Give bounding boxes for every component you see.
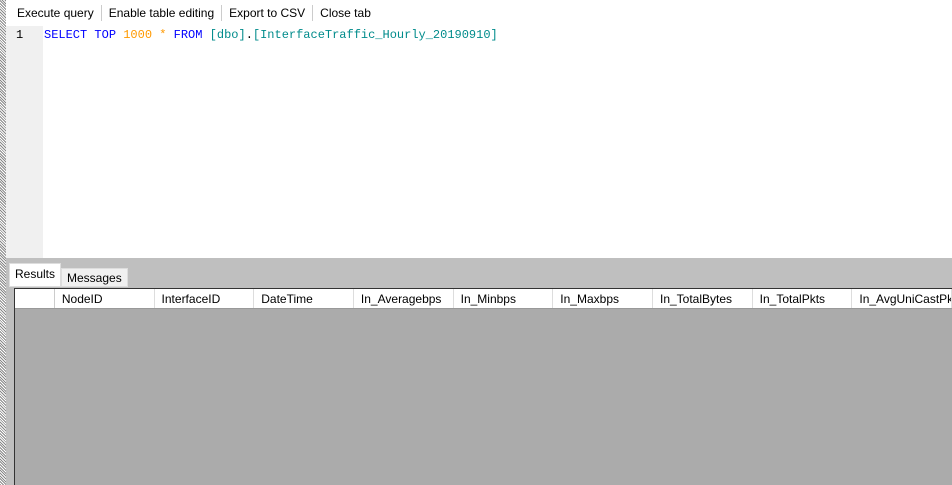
grid-header: NodeID InterfaceID DateTime In_Averagebp…	[15, 289, 952, 309]
column-header[interactable]: DateTime	[254, 289, 354, 308]
row-header-corner	[15, 289, 55, 308]
kw: FROM	[173, 28, 203, 42]
enable-table-editing-button[interactable]: Enable table editing	[102, 6, 221, 20]
op: *	[159, 28, 167, 42]
results-grid[interactable]: NodeID InterfaceID DateTime In_Averagebp…	[14, 288, 952, 485]
column-header[interactable]: In_AvgUniCastPkts	[852, 289, 952, 308]
results-panel: Results Messages NodeID InterfaceID Date…	[6, 258, 952, 485]
kw: TOP	[94, 28, 117, 42]
column-header[interactable]: NodeID	[55, 289, 155, 308]
kw: SELECT	[44, 28, 88, 42]
toolbar: Execute query Enable table editing Expor…	[6, 0, 952, 26]
ident: [InterfaceTraffic_Hourly_20190910]	[252, 28, 498, 42]
query-text[interactable]: SELECT TOP 1000 * FROM [dbo].[InterfaceT…	[44, 28, 498, 42]
column-header[interactable]: In_TotalBytes	[653, 289, 753, 308]
close-tab-button[interactable]: Close tab	[313, 6, 378, 20]
query-editor[interactable]: 1 SELECT TOP 1000 * FROM [dbo].[Interfac…	[6, 26, 952, 258]
tab-messages[interactable]: Messages	[61, 268, 128, 287]
tab-results[interactable]: Results	[9, 263, 62, 287]
column-header[interactable]: In_Averagebps	[354, 289, 454, 308]
column-header[interactable]: In_TotalPkts	[753, 289, 853, 308]
ident: [dbo]	[209, 28, 246, 42]
dot: .	[245, 28, 253, 42]
column-header[interactable]: In_Maxbps	[553, 289, 653, 308]
execute-query-button[interactable]: Execute query	[10, 6, 101, 20]
column-header[interactable]: In_Minbps	[454, 289, 554, 308]
line-gutter: 1	[6, 26, 43, 258]
column-header[interactable]: InterfaceID	[155, 289, 255, 308]
line-number: 1	[16, 28, 24, 42]
export-csv-button[interactable]: Export to CSV	[222, 6, 312, 20]
num: 1000	[123, 28, 153, 42]
